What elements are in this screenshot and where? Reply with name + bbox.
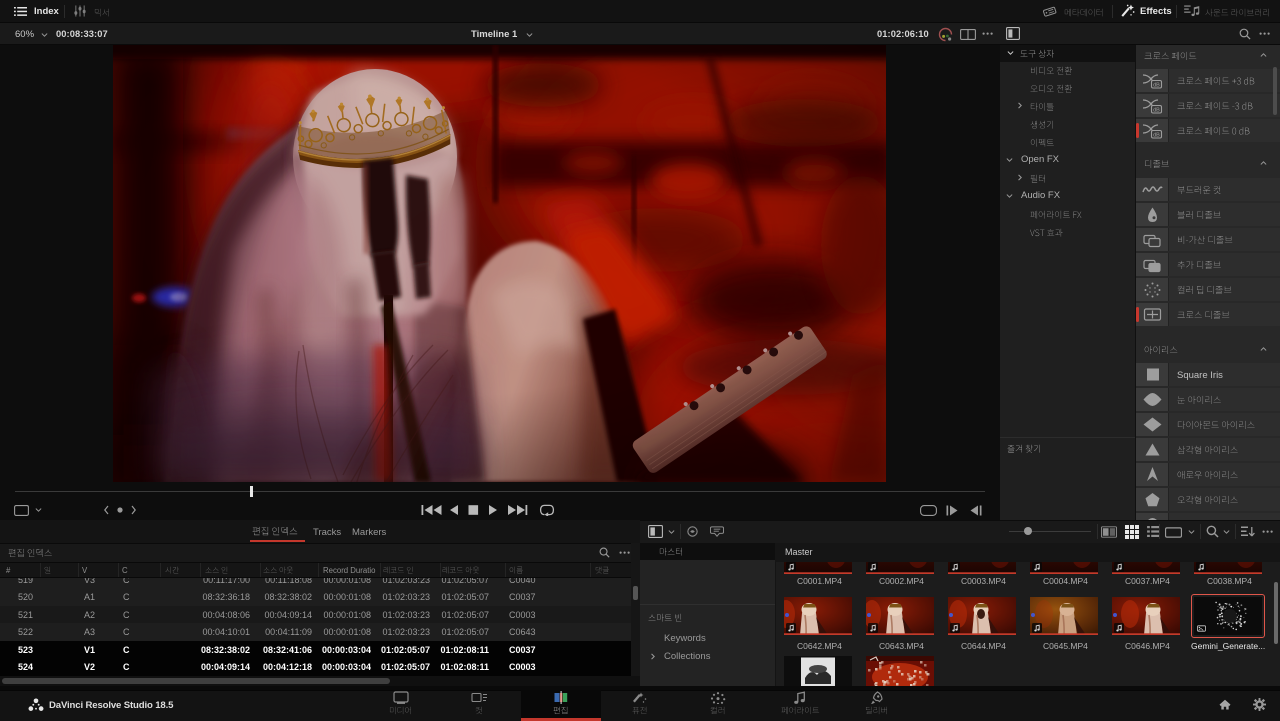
svg-text:dB: dB <box>1153 83 1160 89</box>
svg-text:dB: dB <box>1153 108 1160 114</box>
svg-text:dB: dB <box>1153 133 1160 139</box>
